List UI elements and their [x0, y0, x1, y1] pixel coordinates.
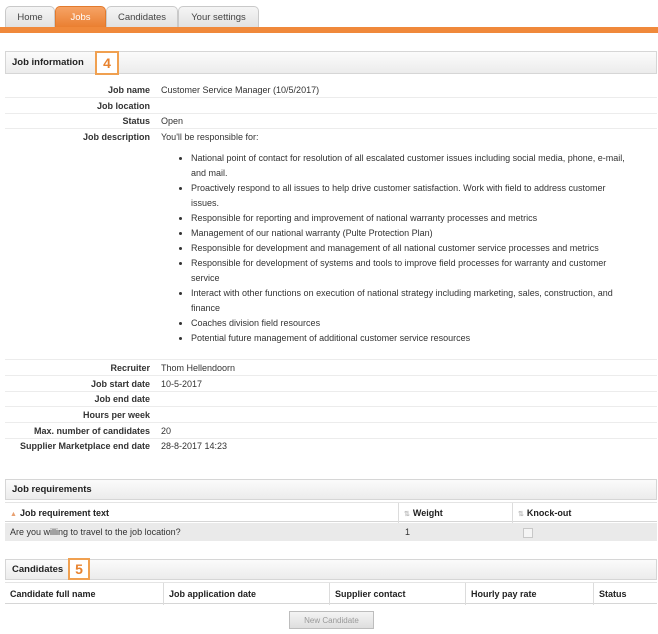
- column-knock-out[interactable]: ⇅ Knock-out: [512, 503, 657, 523]
- column-weight[interactable]: ⇅ Weight: [398, 503, 512, 523]
- job-name-value: Customer Service Manager (10/5/2017): [161, 85, 320, 95]
- column-job-application-date[interactable]: Job application date: [163, 583, 329, 605]
- description-item: Coaches division field resources: [191, 316, 651, 331]
- job-requirements-header: Job requirements: [5, 479, 657, 500]
- job-requirements-title: Job requirements: [12, 484, 92, 495]
- column-requirement-text[interactable]: ▲ Job requirement text: [5, 503, 398, 523]
- recruiter-row: Recruiter Thom Hellendoorn: [5, 360, 657, 376]
- sort-icon: ⇅: [404, 511, 410, 518]
- column-knock-out-label: Knock-out: [526, 508, 572, 518]
- weight-cell: 1: [405, 527, 411, 537]
- step-badge-5: 5: [68, 558, 90, 580]
- job-end-date-row: Job end date: [5, 391, 657, 407]
- job-information-title: Job information: [12, 57, 84, 68]
- recruiter-value: Thom Hellendoorn: [161, 363, 236, 373]
- description-intro: You'll be responsible for:: [161, 132, 259, 142]
- marketplace-end-date-row: Supplier Marketplace end date 28-8-2017 …: [5, 438, 657, 470]
- candidates-header: Candidates: [5, 559, 657, 580]
- job-name-row: Job name Customer Service Manager (10/5/…: [5, 82, 657, 98]
- candidates-title: Candidates: [12, 564, 64, 575]
- requirement-text-cell: Are you willing to travel to the job loc…: [10, 527, 181, 537]
- tab-candidates[interactable]: Candidates: [106, 6, 178, 27]
- sort-icon: ▲: [10, 511, 17, 518]
- tab-your-settings[interactable]: Your settings: [178, 6, 259, 27]
- description-item: Responsible for reporting and improvemen…: [191, 211, 651, 226]
- tab-home[interactable]: Home: [5, 6, 55, 27]
- max-candidates-row: Max. number of candidates 20: [5, 423, 657, 439]
- new-candidate-button[interactable]: New Candidate: [289, 611, 374, 629]
- step-badge-4: 4: [95, 51, 119, 75]
- column-hourly-pay-rate[interactable]: Hourly pay rate: [465, 583, 593, 605]
- status-label: Status: [122, 116, 150, 126]
- hours-per-week-label: Hours per week: [82, 410, 150, 420]
- marketplace-end-date-value: 28-8-2017 14:23: [161, 441, 228, 451]
- candidates-table-header: Candidate full name Job application date…: [5, 582, 657, 605]
- description-item: Responsible for development of systems a…: [191, 256, 651, 286]
- job-description-row: Job description You'll be responsible fo…: [5, 129, 657, 360]
- job-description-label: Job description: [82, 132, 150, 142]
- max-candidates-value: 20: [161, 426, 172, 436]
- column-candidate-full-name[interactable]: Candidate full name: [5, 583, 163, 605]
- job-start-date-label: Job start date: [90, 379, 150, 389]
- job-location-row: Job location: [5, 98, 657, 114]
- job-end-date-label: Job end date: [94, 394, 150, 404]
- description-item: Proactively respond to all issues to hel…: [191, 181, 651, 211]
- hours-per-week-row: Hours per week: [5, 407, 657, 423]
- recruiter-label: Recruiter: [110, 363, 150, 373]
- description-item: Potential future management of additiona…: [191, 331, 651, 346]
- max-candidates-label: Max. number of candidates: [33, 426, 150, 436]
- column-requirement-text-label: Job requirement text: [19, 508, 109, 518]
- marketplace-end-date-label: Supplier Marketplace end date: [19, 441, 150, 451]
- description-item: Responsible for development and manageme…: [191, 241, 651, 256]
- tab-bar: Home Jobs Candidates Your settings: [0, 0, 658, 33]
- sort-icon: ⇅: [518, 511, 524, 518]
- description-list: National point of contact for resolution…: [161, 151, 651, 346]
- table-row[interactable]: Are you willing to travel to the job loc…: [5, 523, 657, 541]
- status-row: Status Open: [5, 113, 657, 129]
- requirements-table-header: ▲ Job requirement text ⇅ Weight ⇅ Knock-out: [5, 502, 657, 523]
- tab-jobs[interactable]: Jobs: [55, 6, 106, 27]
- job-description-value: You'll be responsible for: National poin…: [161, 129, 651, 346]
- job-start-date-row: Job start date 10-5-2017: [5, 376, 657, 392]
- column-status[interactable]: Status: [593, 583, 657, 605]
- description-item: National point of contact for resolution…: [191, 151, 651, 181]
- description-item: Interact with other functions on executi…: [191, 286, 651, 316]
- job-name-label: Job name: [107, 85, 150, 95]
- knock-out-checkbox[interactable]: [523, 528, 533, 538]
- job-location-label: Job location: [96, 101, 150, 111]
- description-item: Management of our national warranty (Pul…: [191, 226, 651, 241]
- column-supplier-contact[interactable]: Supplier contact: [329, 583, 465, 605]
- status-value: Open: [161, 116, 184, 126]
- job-start-date-value: 10-5-2017: [161, 379, 203, 389]
- column-weight-label: Weight: [412, 508, 443, 518]
